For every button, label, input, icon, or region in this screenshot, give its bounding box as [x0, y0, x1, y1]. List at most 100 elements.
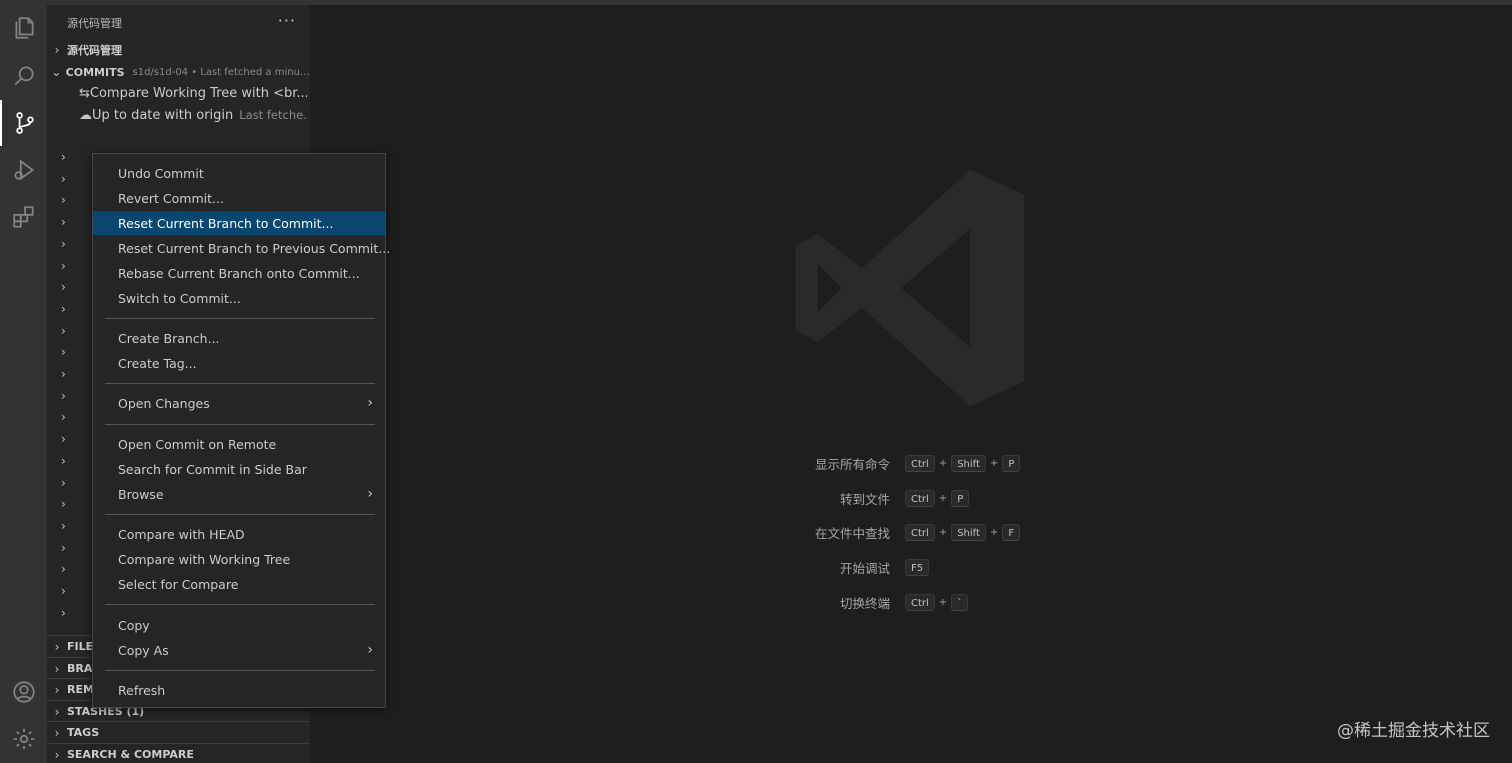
source-control-icon[interactable] [0, 100, 47, 146]
menu-separator [105, 670, 375, 671]
menu-item-copy[interactable]: Copy [93, 613, 385, 637]
chevron-right-icon[interactable]: › [61, 454, 66, 468]
chevron-right-icon: › [54, 43, 60, 57]
menu-item-create-tag[interactable]: Create Tag... [93, 351, 385, 375]
files-icon[interactable] [0, 5, 47, 51]
key-ctrl: Ctrl [905, 593, 935, 611]
chevron-right-icon[interactable]: › [61, 497, 66, 511]
section-commits[interactable]: ⌄ COMMITS s1d/s1d-04 • Last fetched a mi… [47, 61, 310, 83]
section-tags[interactable]: › TAGS [47, 721, 310, 743]
chevron-right-icon[interactable]: › [61, 476, 66, 490]
menu-item-undo-commit[interactable]: Undo Commit [93, 161, 385, 185]
key-f5: F5 [905, 558, 930, 576]
section-commits-label: COMMITS [65, 65, 125, 79]
menu-item-copy-as[interactable]: Copy As › [93, 638, 385, 662]
shortcut-label: 显示所有命令 [814, 456, 890, 472]
key-backtick: ` [951, 593, 969, 611]
compare-working-tree-label: Compare Working Tree with <br... [89, 85, 307, 101]
vscode-window: 源代码管理 ··· › 源代码管理 ⌄ COMMITS s1d/s1d-04 •… [0, 0, 1512, 763]
chevron-right-icon[interactable]: › [61, 562, 66, 576]
sidebar-title: 源代码管理 [67, 17, 122, 30]
chevron-right-icon: › [54, 639, 60, 654]
shortcut-label: 切换终端 [839, 595, 890, 611]
extensions-icon[interactable] [0, 194, 47, 240]
chevron-right-icon[interactable]: › [61, 519, 66, 533]
key-ctrl: Ctrl [905, 523, 935, 541]
menu-separator [105, 383, 375, 384]
activity-bar [0, 5, 47, 763]
compare-working-tree-row[interactable]: ⇆ Compare Working Tree with <br... [79, 82, 307, 104]
chevron-right-icon[interactable]: › [61, 606, 66, 620]
account-icon[interactable] [0, 669, 47, 715]
key-shift: Shift [951, 523, 986, 541]
section-scm-label: 源代码管理 [67, 44, 122, 57]
chevron-right-icon[interactable]: › [61, 259, 66, 273]
up-to-date-sublabel: Last fetche... [239, 108, 307, 122]
menu-item-open-commit-on-remote[interactable]: Open Commit on Remote [93, 432, 385, 456]
cloud-icon: ☁ [79, 107, 92, 123]
menu-item-open-changes[interactable]: Open Changes › [93, 391, 385, 415]
chevron-right-icon[interactable]: › [61, 324, 66, 338]
chevron-right-icon[interactable]: › [61, 432, 66, 446]
menu-separator [105, 318, 375, 319]
up-to-date-row[interactable]: ☁ Up to date with origin Last fetche... [79, 104, 307, 126]
key-p: P [1002, 454, 1021, 472]
menu-item-revert-commit[interactable]: Revert Commit... [93, 186, 385, 210]
chevron-right-icon[interactable]: › [61, 193, 66, 207]
menu-item-search-for-commit[interactable]: Search for Commit in Side Bar [93, 457, 385, 481]
chevron-right-icon[interactable]: › [61, 367, 66, 381]
menu-item-refresh[interactable]: Refresh [93, 678, 385, 702]
menu-item-open-changes-label: Open Changes [118, 395, 210, 411]
corner-watermark-text: @稀土掘金技术社区 [1337, 721, 1490, 741]
up-to-date-label: Up to date with origin [92, 107, 234, 123]
chevron-right-icon: › [54, 704, 60, 719]
menu-item-compare-with-working-tree[interactable]: Compare with Working Tree [93, 547, 385, 571]
run-debug-icon[interactable] [0, 147, 47, 193]
key-ctrl: Ctrl [905, 454, 935, 472]
menu-item-create-branch[interactable]: Create Branch... [93, 326, 385, 350]
shortcut-label: 开始调试 [839, 560, 890, 576]
chevron-right-icon: › [54, 682, 60, 697]
chevron-right-icon[interactable]: › [61, 215, 66, 229]
chevron-right-icon[interactable]: › [61, 345, 66, 359]
shortcut-keys: Ctrl + Shift + P [905, 454, 1024, 472]
chevron-right-icon[interactable]: › [61, 172, 66, 186]
shortcut-keys: Ctrl + ` [905, 593, 972, 611]
editor-area: 显示所有命令 Ctrl + Shift + P 转到文件 Ctrl + P 在文件中查… [310, 5, 1512, 763]
key-f: F [1002, 523, 1021, 541]
menu-item-compare-with-head[interactable]: Compare with HEAD [93, 522, 385, 546]
menu-item-select-for-compare[interactable]: Select for Compare [93, 572, 385, 596]
chevron-right-icon: › [367, 642, 373, 658]
chevron-right-icon[interactable]: › [61, 237, 66, 251]
menu-item-browse[interactable]: Browse › [93, 482, 385, 506]
chevron-right-icon[interactable]: › [61, 541, 66, 555]
shortcut-keys: F5 [905, 558, 933, 576]
menu-item-rebase-onto-commit[interactable]: Rebase Current Branch onto Commit... [93, 261, 385, 285]
settings-gear-icon[interactable] [0, 716, 47, 762]
chevron-right-icon: › [54, 747, 60, 762]
chevron-right-icon[interactable]: › [61, 302, 66, 316]
section-search-compare[interactable]: › SEARCH & COMPARE [47, 743, 310, 763]
shortcut-label: 在文件中查找 [814, 525, 890, 541]
chevron-down-icon: ⌄ [51, 65, 62, 79]
chevron-right-icon[interactable]: › [61, 150, 66, 164]
key-shift: Shift [951, 454, 986, 472]
chevron-right-icon: › [367, 395, 373, 411]
chevron-right-icon[interactable]: › [61, 389, 66, 403]
section-scm[interactable]: › 源代码管理 [47, 39, 310, 61]
key-p: P [951, 489, 970, 507]
more-actions-button[interactable]: ··· [278, 11, 296, 30]
menu-separator [105, 424, 375, 425]
menu-separator [105, 514, 375, 515]
menu-separator [105, 604, 375, 605]
menu-item-reset-branch-to-commit[interactable]: Reset Current Branch to Commit... [93, 211, 385, 235]
menu-item-browse-label: Browse [118, 486, 164, 502]
menu-item-reset-branch-to-previous[interactable]: Reset Current Branch to Previous Commit.… [93, 236, 390, 260]
chevron-right-icon[interactable]: › [61, 584, 66, 598]
menu-item-switch-to-commit[interactable]: Switch to Commit... [93, 286, 385, 310]
menu-item-copy-as-label: Copy As [118, 642, 169, 658]
chevron-right-icon[interactable]: › [61, 280, 66, 294]
chevron-right-icon[interactable]: › [61, 410, 66, 424]
shortcut-keys: Ctrl + Shift + F [905, 523, 1024, 541]
search-icon[interactable] [0, 53, 47, 99]
